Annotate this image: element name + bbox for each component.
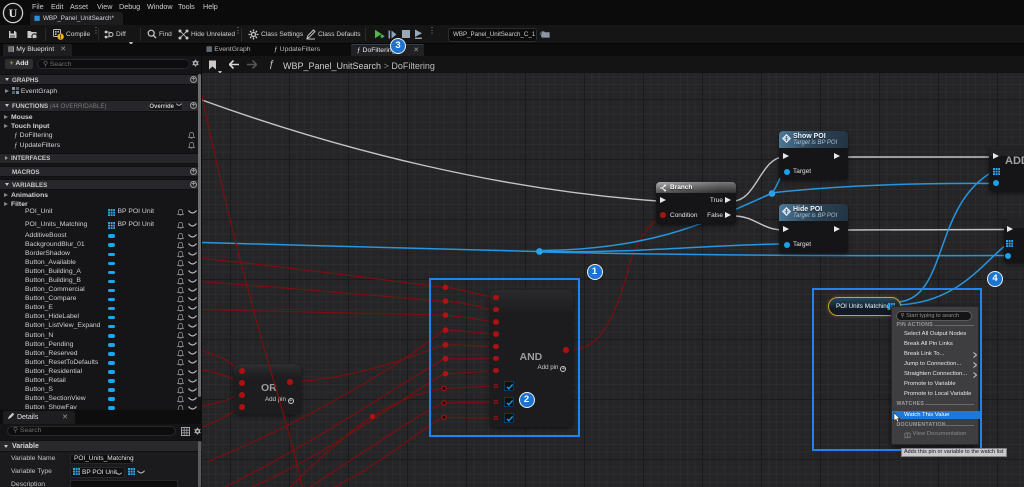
svg-text:!: ! bbox=[60, 35, 62, 40]
svg-text:U: U bbox=[9, 6, 18, 20]
